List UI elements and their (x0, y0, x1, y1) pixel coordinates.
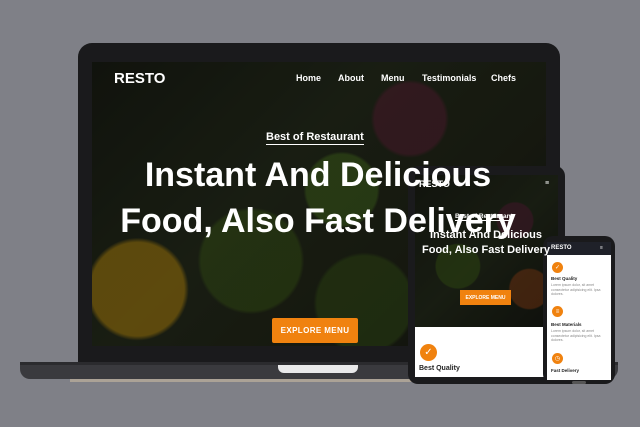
hero-tagline: Best of Restaurant (266, 131, 364, 145)
quality-badge-icon: ✓ (420, 344, 437, 361)
feature-title: Best Materials (551, 322, 582, 327)
nav-link-home[interactable]: Home (296, 73, 321, 83)
phone-logo[interactable]: RESTO (551, 245, 572, 251)
tablet-hero-tagline: Best of Restaurant (455, 213, 513, 221)
laptop-notch (278, 365, 358, 373)
nav-link-menu[interactable]: Menu (381, 73, 405, 83)
hamburger-menu-icon[interactable]: ≡ (545, 180, 549, 187)
feature-text: Lorem ipsum dolor, sit amet consectetur … (551, 283, 601, 296)
quality-badge-icon: ✓ (552, 262, 563, 273)
feature-text: Lorem ipsum dolor, sit amet consectetur … (551, 329, 601, 342)
clock-icon: ◷ (552, 353, 563, 364)
nav-link-testimonials[interactable]: Testimonials (422, 73, 476, 83)
materials-icon: ≡ (552, 306, 563, 317)
tablet-explore-menu-button[interactable]: EXPLORE MENU (460, 290, 511, 305)
feature-title: Fast Delivery (551, 368, 580, 373)
nav-link-about[interactable]: About (338, 73, 364, 83)
tablet-feature-title: Best Quality (419, 365, 460, 372)
phone-hamburger-icon[interactable]: ≡ (600, 245, 603, 251)
phone-home-indicator (572, 381, 586, 384)
tablet-hero-headline: Instant And Delicious Food, Also Fast De… (422, 229, 550, 256)
feature-title: Best Quality (551, 276, 578, 281)
explore-menu-button[interactable]: EXPLORE MENU (272, 318, 358, 343)
tablet-logo[interactable]: RESTO (419, 179, 450, 189)
nav-link-chefs[interactable]: Chefs (491, 73, 516, 83)
site-logo[interactable]: RESTO (114, 70, 165, 87)
